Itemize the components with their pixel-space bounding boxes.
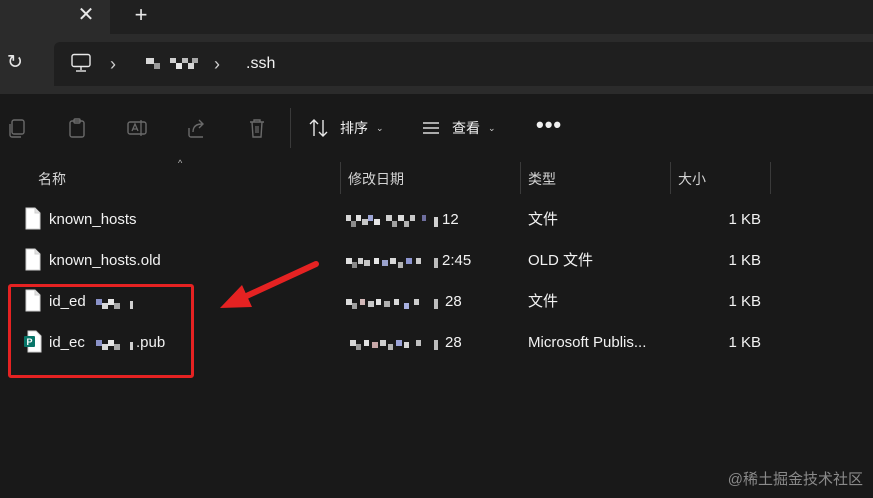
close-icon[interactable]: ✕ — [74, 3, 98, 27]
refresh-icon[interactable]: ↻ — [2, 50, 28, 76]
file-name: known_hosts.old — [49, 252, 161, 269]
view-button[interactable]: 查看 — [452, 118, 480, 138]
file-size: 1 KB — [728, 252, 761, 269]
view-icon[interactable] — [420, 117, 442, 139]
breadcrumb-user-redacted[interactable] — [146, 58, 200, 69]
plus-icon[interactable]: + — [128, 3, 154, 27]
column-divider[interactable] — [670, 162, 671, 194]
redacted-date — [350, 340, 438, 350]
file-type: 文件 — [528, 211, 559, 228]
toolbar-separator — [290, 108, 291, 148]
redacted-date — [346, 258, 438, 268]
sort-ascending-icon: ^ — [178, 158, 183, 168]
file-date: 28 — [445, 293, 462, 310]
file-icon — [25, 248, 41, 271]
copy-icon[interactable] — [6, 117, 28, 139]
chevron-right-icon[interactable]: › — [110, 52, 116, 76]
chevron-down-icon[interactable]: ⌄ — [488, 118, 496, 138]
column-header-date[interactable]: 修改日期 — [348, 169, 404, 189]
chevron-right-icon[interactable]: › — [214, 52, 220, 76]
breadcrumb-current-folder[interactable]: .ssh — [246, 54, 275, 74]
file-icon — [25, 207, 41, 230]
sort-button[interactable]: 排序 — [340, 118, 368, 138]
table-row[interactable]: known_hosts.old 2:45 OLD 文件 1 KB — [0, 241, 873, 281]
column-divider[interactable] — [340, 162, 341, 194]
computer-icon[interactable] — [70, 52, 92, 74]
column-divider[interactable] — [770, 162, 771, 194]
delete-icon[interactable] — [246, 117, 268, 139]
paste-icon[interactable] — [66, 117, 88, 139]
highlight-box — [8, 284, 194, 378]
rename-icon[interactable] — [126, 117, 148, 139]
file-size: 1 KB — [728, 211, 761, 228]
sort-icon[interactable] — [308, 117, 330, 139]
redacted-date — [346, 215, 438, 227]
file-size: 1 KB — [728, 334, 761, 351]
red-arrow-icon — [220, 261, 319, 308]
file-type: OLD 文件 — [528, 252, 594, 269]
share-icon[interactable] — [186, 117, 208, 139]
file-type: Microsoft Publis... — [528, 334, 647, 351]
table-row[interactable]: known_hosts 12 文件 1 KB — [0, 200, 873, 240]
redacted-date — [346, 299, 438, 309]
file-date: 2:45 — [442, 252, 472, 269]
file-type: 文件 — [528, 293, 559, 310]
column-header-type[interactable]: 类型 — [528, 169, 556, 189]
column-divider[interactable] — [520, 162, 521, 194]
column-header-size[interactable]: 大小 — [678, 169, 706, 189]
column-header-name[interactable]: 名称 — [38, 169, 66, 189]
more-options-button[interactable]: ••• — [536, 114, 564, 138]
file-date: 28 — [445, 334, 462, 351]
file-date: 12 — [442, 211, 459, 228]
file-size: 1 KB — [728, 293, 761, 310]
file-name: known_hosts — [49, 211, 137, 228]
chevron-down-icon[interactable]: ⌄ — [376, 118, 384, 138]
watermark: @稀土掘金技术社区 — [727, 471, 863, 488]
